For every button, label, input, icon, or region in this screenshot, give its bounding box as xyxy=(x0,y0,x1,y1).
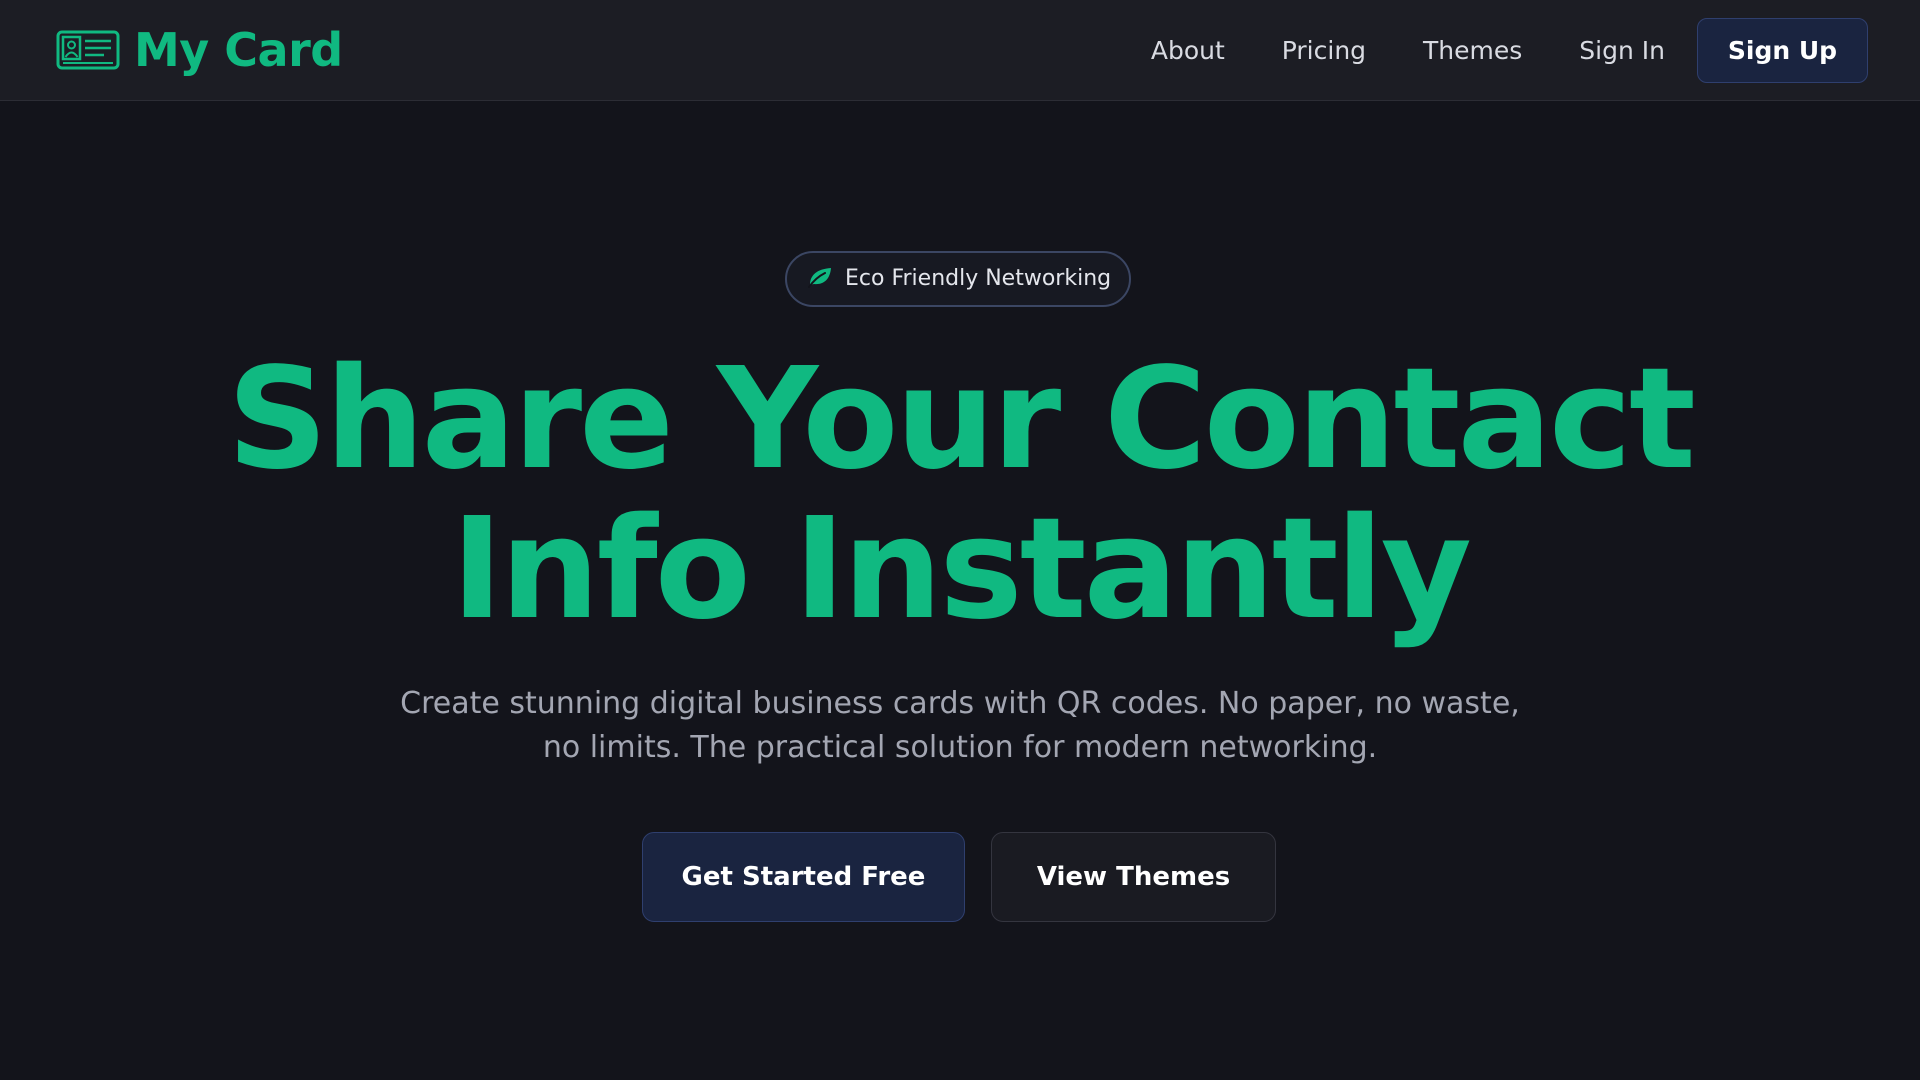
eco-badge: Eco Friendly Networking xyxy=(785,251,1131,307)
view-themes-button[interactable]: View Themes xyxy=(991,832,1276,922)
sign-up-button[interactable]: Sign Up xyxy=(1697,18,1868,83)
brand-logo[interactable]: My Card xyxy=(56,22,343,78)
nav-link-about[interactable]: About xyxy=(1151,38,1225,63)
get-started-button[interactable]: Get Started Free xyxy=(642,832,965,922)
nav-link-themes[interactable]: Themes xyxy=(1423,38,1522,63)
brand-name: My Card xyxy=(134,23,343,77)
leaf-icon xyxy=(807,266,833,292)
id-card-icon xyxy=(56,30,120,70)
nav-link-sign-in[interactable]: Sign In xyxy=(1579,38,1665,63)
hero-subtitle: Create stunning digital business cards w… xyxy=(400,686,1520,765)
hero-title: Share Your Contact Info Instantly xyxy=(60,345,1860,645)
hero-title-line-1: Share Your Contact xyxy=(227,338,1696,501)
nav-link-pricing[interactable]: Pricing xyxy=(1282,38,1366,63)
hero-title-line-2: Info Instantly xyxy=(451,488,1472,651)
top-navbar: My Card About Pricing Themes Sign In Sig… xyxy=(0,0,1920,101)
main-nav: About Pricing Themes Sign In Sign Up xyxy=(1151,18,1868,83)
page: My Card About Pricing Themes Sign In Sig… xyxy=(0,0,1920,1080)
badge-text: Eco Friendly Networking xyxy=(845,266,1112,291)
